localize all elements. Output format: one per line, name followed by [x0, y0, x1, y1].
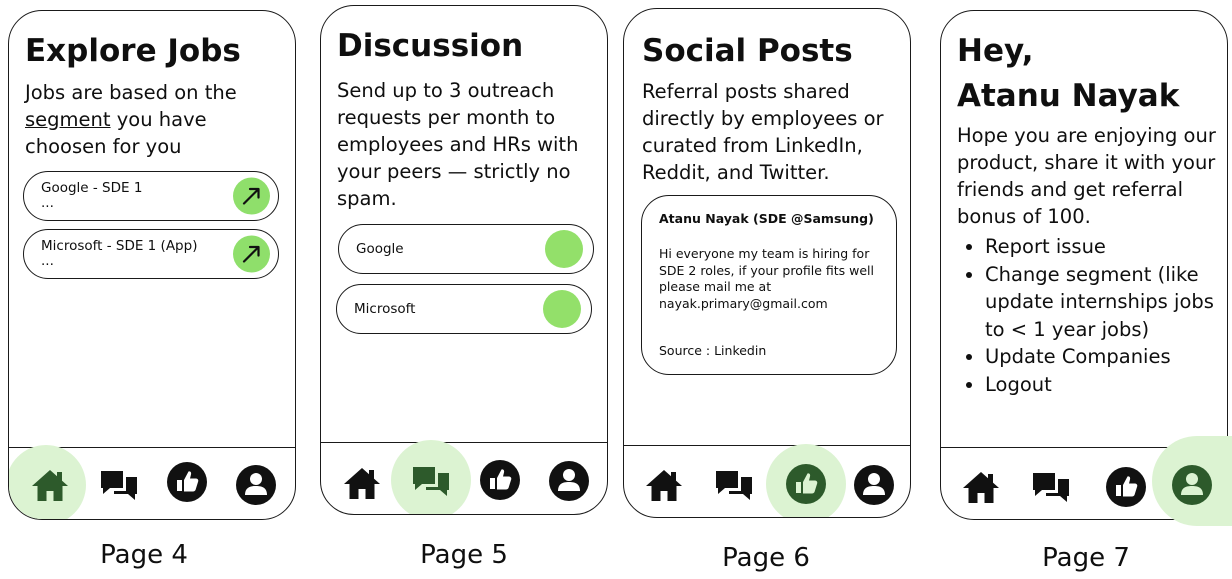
segment-link[interactable]: segment [25, 108, 111, 131]
menu-item-report-issue[interactable]: Report issue [985, 233, 1232, 261]
nav-social[interactable] [784, 462, 828, 506]
home-icon [963, 472, 999, 503]
user-name: Atanu Nayak [957, 78, 1180, 114]
thumbs-up-icon [786, 464, 826, 504]
bottom-nav-divider [624, 445, 910, 446]
chat-bubbles-icon [413, 467, 449, 496]
page-description: Referral posts shared directly by employ… [642, 80, 884, 184]
open-job-button[interactable] [233, 235, 270, 273]
company-item[interactable]: Microsoft [336, 284, 592, 334]
home-icon [344, 468, 380, 499]
nav-social[interactable] [1104, 465, 1148, 509]
post-source: Source : Linkedin [659, 343, 767, 358]
post-author: Atanu Nayak (SDE @Samsung) [659, 211, 874, 226]
phone-page-4: Explore Jobs Jobs are based on the segme… [8, 10, 296, 520]
company-name: Microsoft [354, 301, 416, 317]
nav-discussion[interactable] [97, 463, 141, 507]
menu-item-update-companies[interactable]: Update Companies [985, 343, 1232, 371]
page-title: Social Posts [642, 33, 853, 69]
page-title: Explore Jobs [25, 33, 241, 69]
page-caption: Page 7 [1042, 543, 1130, 573]
nav-social[interactable] [165, 460, 209, 504]
menu-item-logout[interactable]: Logout [985, 371, 1232, 399]
page-title: Discussion [337, 28, 524, 64]
job-details: ... [41, 195, 54, 211]
nav-profile[interactable] [852, 463, 896, 507]
nav-profile[interactable] [234, 463, 278, 507]
job-title: Microsoft - SDE 1 (App) [41, 238, 198, 254]
nav-profile[interactable] [1170, 463, 1214, 507]
home-icon [646, 470, 682, 501]
greeting: Hey, [957, 33, 1034, 69]
job-card[interactable]: Google - SDE 1 ... [23, 171, 279, 221]
user-icon [549, 461, 589, 501]
nav-discussion[interactable] [409, 459, 453, 503]
chat-bubbles-icon [716, 471, 752, 500]
arrow-up-right-icon [242, 187, 260, 205]
chat-bubbles-icon [1033, 473, 1069, 502]
open-job-button[interactable] [233, 177, 270, 215]
nav-home[interactable] [642, 463, 686, 507]
post-body: Hi everyone my team is hiring for SDE 2 … [659, 246, 874, 311]
chat-bubbles-icon [101, 471, 137, 500]
arrow-up-right-icon [242, 245, 260, 263]
company-name: Google [356, 241, 404, 257]
job-card[interactable]: Microsoft - SDE 1 (App) ... [23, 229, 279, 279]
thumbs-up-icon [1106, 467, 1146, 507]
nav-home[interactable] [28, 463, 72, 507]
nav-home[interactable] [340, 461, 384, 505]
page-description: Hope you are enjoying our product, share… [957, 124, 1216, 228]
job-details: ... [41, 253, 54, 269]
nav-home[interactable] [959, 465, 1003, 509]
status-indicator[interactable] [545, 230, 583, 268]
status-indicator[interactable] [543, 290, 581, 328]
page-description: Jobs are based on the segment you have c… [25, 79, 275, 160]
page-caption: Page 4 [100, 540, 188, 570]
phone-page-6: Social Posts Referral posts shared direc… [623, 8, 911, 518]
nav-profile[interactable] [547, 459, 591, 503]
user-icon [236, 465, 276, 505]
job-title: Google - SDE 1 [41, 180, 143, 196]
menu-item-change-segment[interactable]: Change segment (like update internships … [985, 261, 1232, 344]
nav-discussion[interactable] [1029, 465, 1073, 509]
thumbs-up-icon [167, 462, 207, 502]
home-icon [32, 470, 68, 501]
page-caption: Page 5 [420, 540, 508, 570]
phone-page-5: Discussion Send up to 3 outreach request… [320, 5, 608, 515]
referral-post-card[interactable]: Atanu Nayak (SDE @Samsung) Hi everyone m… [641, 195, 897, 375]
page-caption: Page 6 [722, 543, 810, 573]
nav-discussion[interactable] [712, 463, 756, 507]
thumbs-up-icon [480, 460, 520, 500]
user-icon [1172, 465, 1212, 505]
page-description: Send up to 3 outreach requests per month… [337, 79, 579, 210]
description-text: Jobs are based on the [25, 81, 237, 104]
company-item[interactable]: Google [338, 224, 594, 274]
bottom-nav-divider [321, 442, 607, 443]
settings-menu: Report issue Change segment (like update… [957, 233, 1232, 398]
user-icon [854, 465, 894, 505]
nav-social[interactable] [478, 458, 522, 502]
